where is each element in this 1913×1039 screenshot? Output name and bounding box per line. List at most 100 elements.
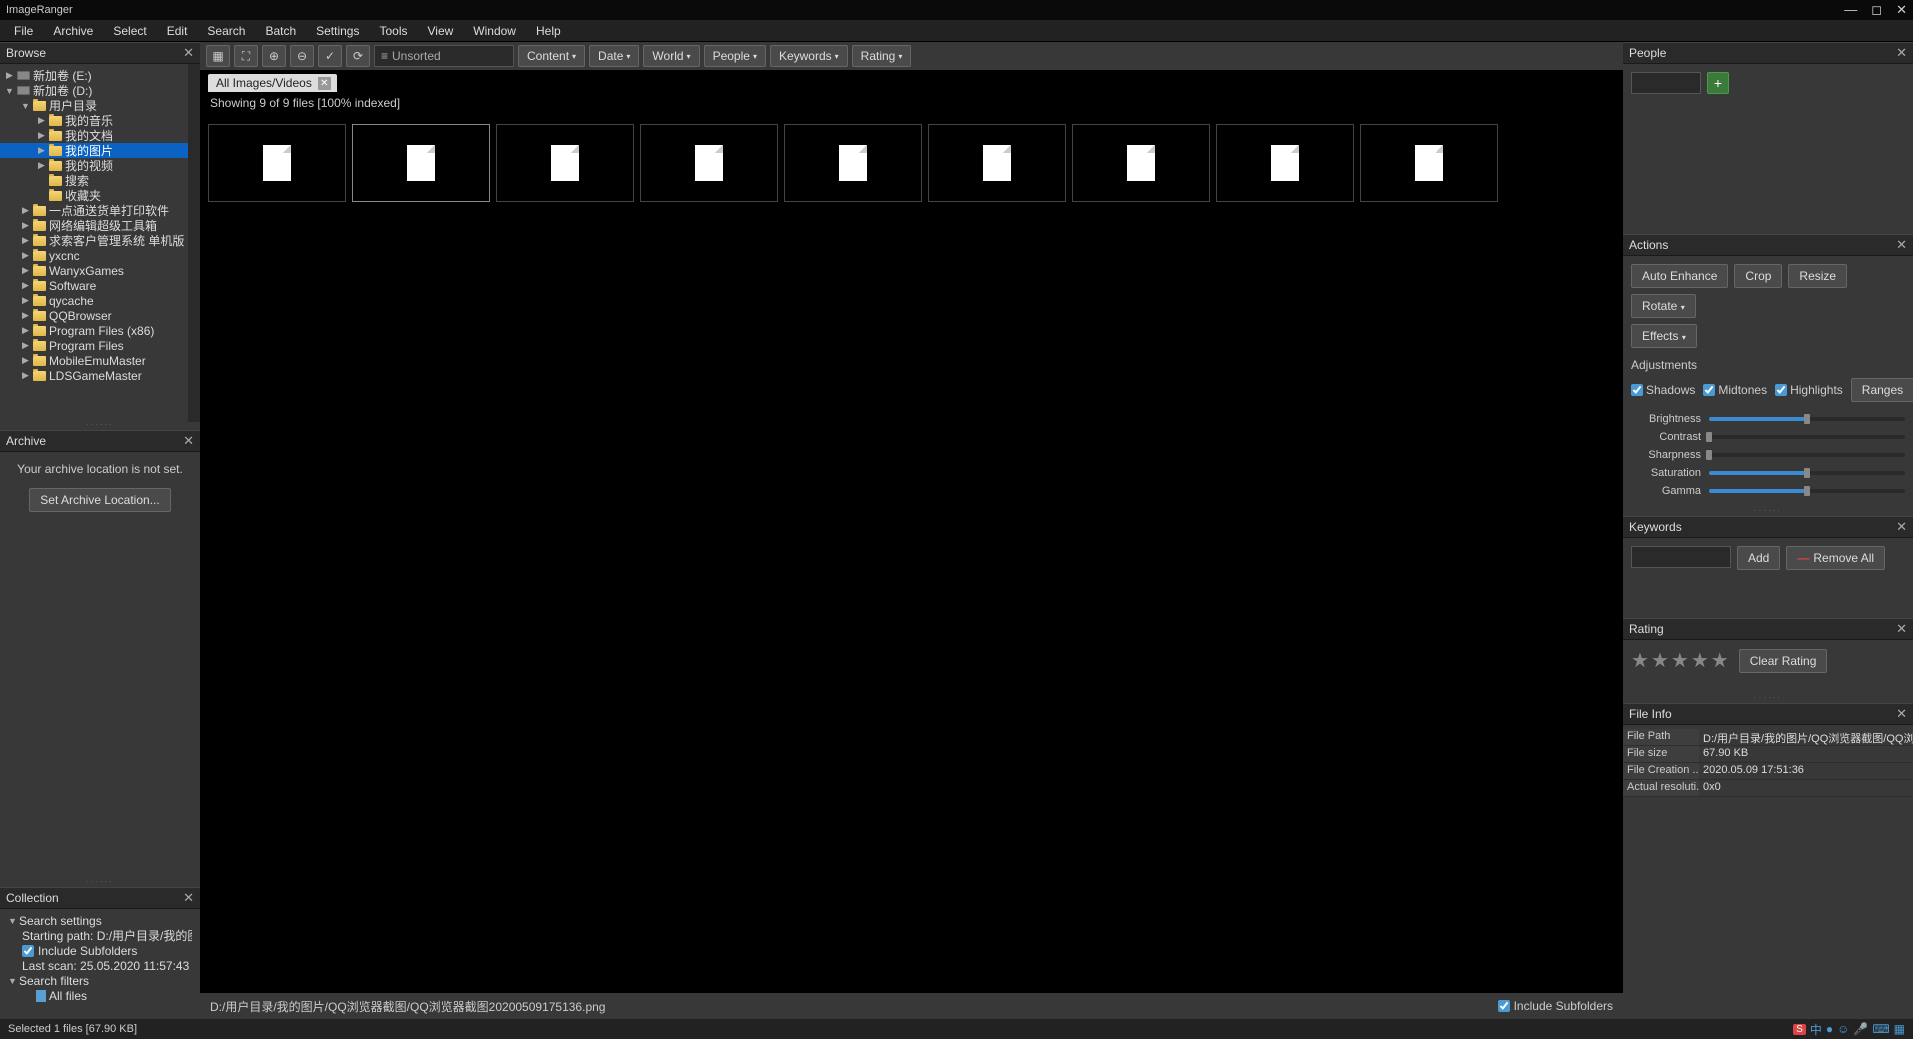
keyword-input[interactable] — [1631, 546, 1731, 568]
star-icon[interactable]: ★ — [1631, 648, 1649, 673]
refresh-icon[interactable]: ⟳ — [346, 45, 370, 67]
thumbnail[interactable] — [640, 124, 778, 202]
panel-divider[interactable]: ······ — [0, 422, 200, 430]
add-keyword-button[interactable]: Add — [1737, 546, 1780, 570]
remove-all-button[interactable]: —Remove All — [1786, 546, 1885, 570]
thumbnail[interactable] — [1072, 124, 1210, 202]
set-archive-button[interactable]: Set Archive Location... — [29, 488, 170, 512]
rotate-button[interactable]: Rotate ▾ — [1631, 294, 1696, 318]
twisty-icon[interactable]: ▼ — [4, 86, 15, 96]
menu-archive[interactable]: Archive — [43, 21, 103, 41]
filter-people[interactable]: People▾ — [704, 45, 766, 67]
filter-content[interactable]: Content▾ — [518, 45, 585, 67]
tray-icon[interactable]: ⌨ — [1872, 1022, 1889, 1036]
resize-button[interactable]: Resize — [1788, 264, 1847, 288]
tree-row[interactable]: ▶新加卷 (E:) — [0, 68, 188, 83]
ranges-button[interactable]: Ranges — [1851, 378, 1913, 402]
thumbnail[interactable] — [1216, 124, 1354, 202]
highlights-check[interactable]: Highlights — [1775, 383, 1843, 397]
include-subfolders-check[interactable]: Include Subfolders — [8, 943, 192, 958]
tree-row[interactable]: ▶QQBrowser — [0, 308, 188, 323]
search-settings-label[interactable]: Search settings — [19, 914, 102, 928]
auto-enhance-button[interactable]: Auto Enhance — [1631, 264, 1728, 288]
panel-divider[interactable]: ······ — [1623, 695, 1913, 703]
tree-row[interactable]: 搜索 — [0, 173, 188, 188]
close-icon[interactable]: ✕ — [1896, 45, 1907, 61]
slider-knob[interactable] — [1706, 432, 1712, 442]
zoom-in-icon[interactable]: ⊕ — [262, 45, 286, 67]
tree-row[interactable]: ▶我的文档 — [0, 128, 188, 143]
menu-settings[interactable]: Settings — [306, 21, 369, 41]
check-icon[interactable]: ✓ — [318, 45, 342, 67]
twisty-icon[interactable]: ▶ — [20, 310, 31, 321]
twisty-icon[interactable]: ▶ — [36, 115, 47, 126]
thumbnail[interactable] — [496, 124, 634, 202]
twisty-icon[interactable]: ▶ — [36, 145, 47, 156]
filter-date[interactable]: Date▾ — [589, 45, 639, 67]
filter-keywords[interactable]: Keywords▾ — [770, 45, 848, 67]
twisty-icon[interactable]: ▶ — [36, 160, 47, 171]
tree-row[interactable]: ▶yxcnc — [0, 248, 188, 263]
fit-icon[interactable]: ⛶ — [234, 45, 258, 67]
panel-divider[interactable]: ······ — [1623, 508, 1913, 516]
grid-view-icon[interactable]: ▦ — [206, 45, 230, 67]
tree-row[interactable]: ▼用户目录 — [0, 98, 188, 113]
slider-track[interactable] — [1709, 471, 1905, 475]
folder-tree[interactable]: ▶新加卷 (E:)▼新加卷 (D:)▼用户目录▶我的音乐▶我的文档▶我的图片▶我… — [0, 64, 188, 422]
filter-rating[interactable]: Rating▾ — [852, 45, 912, 67]
include-subfolders-check[interactable]: Include Subfolders — [1498, 999, 1613, 1013]
close-icon[interactable]: ✕ — [1896, 237, 1907, 253]
thumbnail[interactable] — [352, 124, 490, 202]
add-person-button[interactable]: + — [1707, 72, 1729, 94]
menu-edit[interactable]: Edit — [157, 21, 198, 41]
tree-row[interactable]: ▶WanyxGames — [0, 263, 188, 278]
tree-row[interactable]: ▼新加卷 (D:) — [0, 83, 188, 98]
twisty-icon[interactable]: ▶ — [20, 370, 31, 381]
menu-window[interactable]: Window — [463, 21, 526, 41]
midtones-check[interactable]: Midtones — [1703, 383, 1767, 397]
twisty-icon[interactable]: ▶ — [20, 280, 31, 291]
people-select[interactable] — [1631, 72, 1701, 94]
maximize-icon[interactable]: ◻ — [1871, 2, 1882, 18]
twisty-icon[interactable]: ▼ — [20, 101, 31, 111]
slider-track[interactable] — [1709, 453, 1905, 457]
clear-rating-button[interactable]: Clear Rating — [1739, 649, 1828, 673]
tree-row[interactable]: ▶一点通送货单打印软件 — [0, 203, 188, 218]
star-icon[interactable]: ★ — [1711, 648, 1729, 673]
close-icon[interactable]: ✕ — [1896, 2, 1907, 18]
minimize-icon[interactable]: — — [1844, 2, 1857, 18]
slider-knob[interactable] — [1804, 414, 1810, 424]
star-icon[interactable]: ★ — [1651, 648, 1669, 673]
tree-row[interactable]: ▶MobileEmuMaster — [0, 353, 188, 368]
menu-file[interactable]: File — [4, 21, 43, 41]
thumbnail[interactable] — [208, 124, 346, 202]
slider-knob[interactable] — [1706, 450, 1712, 460]
zoom-out-icon[interactable]: ⊖ — [290, 45, 314, 67]
slider-knob[interactable] — [1804, 468, 1810, 478]
tree-row[interactable]: ▶我的视频 — [0, 158, 188, 173]
tab-close-icon[interactable]: ✕ — [318, 77, 331, 90]
twisty-icon[interactable]: ▶ — [20, 295, 31, 306]
close-icon[interactable]: ✕ — [183, 890, 194, 906]
twisty-icon[interactable]: ▶ — [20, 220, 31, 231]
tree-row[interactable]: 收藏夹 — [0, 188, 188, 203]
tree-row[interactable]: ▶Software — [0, 278, 188, 293]
thumbnail-grid[interactable] — [200, 114, 1623, 993]
effects-button[interactable]: Effects ▾ — [1631, 324, 1697, 348]
panel-divider[interactable]: ······ — [0, 879, 200, 887]
search-filters-label[interactable]: Search filters — [19, 974, 89, 988]
tree-row[interactable]: ▶我的音乐 — [0, 113, 188, 128]
tree-row[interactable]: ▶网络编辑超级工具箱 — [0, 218, 188, 233]
twisty-icon[interactable]: ▶ — [36, 130, 47, 141]
close-icon[interactable]: ✕ — [183, 433, 194, 449]
twisty-icon[interactable]: ▶ — [20, 205, 31, 216]
close-icon[interactable]: ✕ — [1896, 706, 1907, 722]
shadows-check[interactable]: Shadows — [1631, 383, 1695, 397]
tree-row[interactable]: ▶Program Files (x86) — [0, 323, 188, 338]
star-icon[interactable]: ★ — [1671, 648, 1689, 673]
tree-row[interactable]: ▶LDSGameMaster — [0, 368, 188, 383]
tree-row[interactable]: ▶求索客户管理系统 单机版 — [0, 233, 188, 248]
tray-icon[interactable]: ▦ — [1894, 1022, 1905, 1036]
slider-track[interactable] — [1709, 417, 1905, 421]
menu-search[interactable]: Search — [197, 21, 255, 41]
